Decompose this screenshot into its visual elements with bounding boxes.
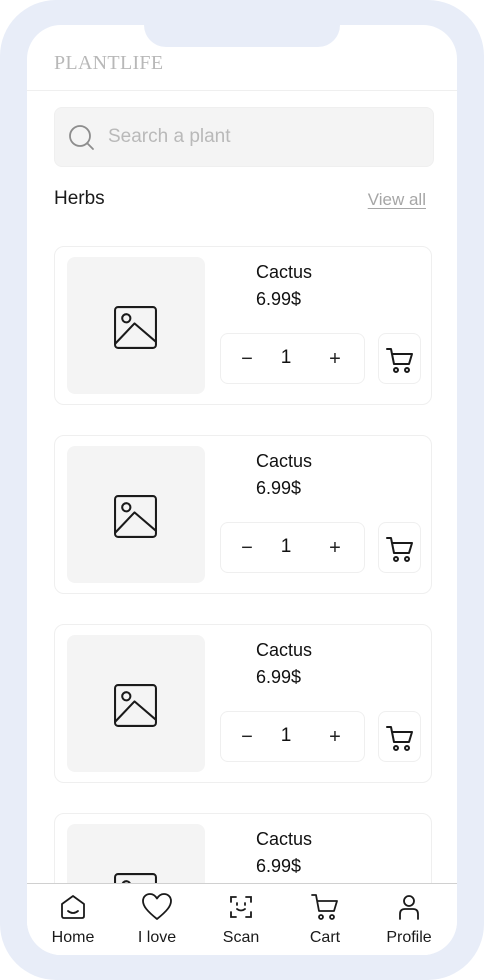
image-icon [114, 306, 157, 349]
decrease-button[interactable]: − [232, 345, 262, 373]
product-image-placeholder [67, 257, 205, 394]
phone-frame: PLANTLIFE Herbs View all Cactus [0, 0, 484, 980]
cart-icon [386, 348, 413, 373]
tab-label: Profile [386, 929, 432, 946]
add-to-cart-button[interactable] [378, 522, 421, 573]
product-price: 6.99$ [256, 856, 302, 876]
product-card[interactable]: Cactus 6.99$ − 1 + [54, 435, 432, 594]
product-name: Cactus [256, 451, 313, 471]
tab-label: Home [51, 929, 95, 946]
product-name: Cactus [256, 262, 313, 282]
app-logo: PLANTLIFE [54, 52, 164, 74]
quantity-stepper: − 1 + [220, 711, 365, 762]
app-screen: PLANTLIFE Herbs View all Cactus [27, 25, 457, 955]
tab-label: Cart [309, 929, 341, 946]
add-to-cart-button[interactable] [378, 711, 421, 762]
product-card[interactable]: Cactus 6.99$ − 1 + [54, 246, 432, 405]
tab-home[interactable]: Home [31, 892, 115, 947]
search-icon [69, 125, 94, 150]
heart-icon [142, 893, 172, 920]
cart-icon [386, 537, 413, 562]
quantity-stepper: − 1 + [220, 522, 365, 573]
decrease-button[interactable]: − [232, 723, 262, 751]
product-image-placeholder [67, 446, 205, 583]
tab-label: I love [137, 929, 177, 946]
section-title: Herbs [54, 188, 105, 209]
product-image-placeholder [67, 635, 205, 772]
search-bar[interactable] [54, 107, 434, 167]
home-icon [61, 895, 85, 919]
product-price: 6.99$ [256, 667, 302, 687]
product-price: 6.99$ [256, 289, 302, 309]
increase-button[interactable]: + [320, 534, 350, 562]
tab-i-love[interactable]: I love [115, 892, 199, 947]
cart-icon [386, 726, 413, 751]
quantity-value: 1 [280, 347, 292, 368]
tab-scan[interactable]: Scan [199, 892, 283, 947]
profile-icon [399, 895, 419, 920]
image-icon [114, 495, 157, 538]
quantity-value: 1 [280, 725, 292, 746]
product-card[interactable]: Cactus 6.99$ − 1 + [54, 624, 432, 783]
product-name: Cactus [256, 640, 313, 660]
product-price: 6.99$ [256, 478, 302, 498]
add-to-cart-button[interactable] [378, 333, 421, 384]
increase-button[interactable]: + [320, 345, 350, 373]
scan-icon [230, 896, 252, 918]
quantity-value: 1 [280, 536, 292, 557]
decrease-button[interactable]: − [232, 534, 262, 562]
view-all-link[interactable]: View all [368, 190, 426, 210]
bottom-tab-bar: Home I love Scan Cart Profile [27, 883, 457, 955]
tab-profile[interactable]: Profile [367, 892, 451, 947]
device-notch [144, 25, 340, 47]
product-name: Cactus [256, 829, 313, 849]
tab-cart[interactable]: Cart [283, 892, 367, 947]
tab-label: Scan [222, 929, 260, 946]
search-input[interactable] [108, 122, 418, 152]
product-list: Cactus 6.99$ − 1 + Cactus 6.99$ − 1 + Ca… [54, 246, 432, 955]
cart-icon [311, 894, 338, 920]
quantity-stepper: − 1 + [220, 333, 365, 384]
increase-button[interactable]: + [320, 723, 350, 751]
image-icon [114, 684, 157, 727]
